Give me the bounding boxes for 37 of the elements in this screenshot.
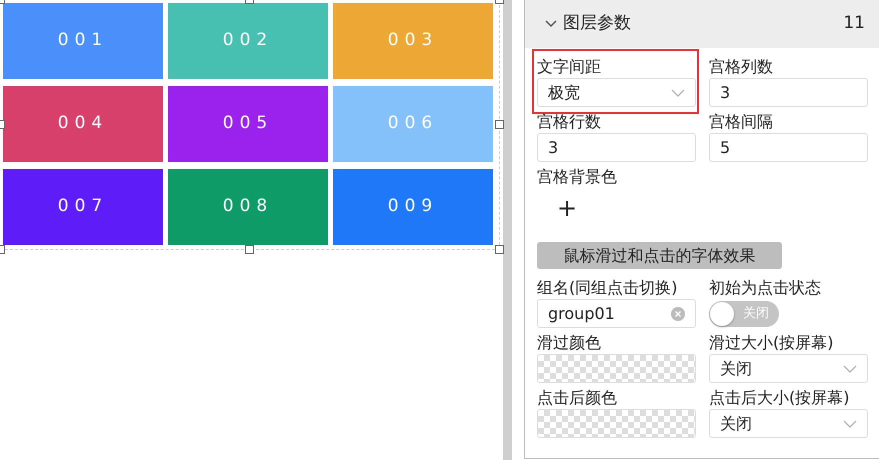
select-field[interactable]: 关闭 bbox=[709, 354, 868, 383]
grid-tile[interactable]: 008 bbox=[168, 169, 328, 245]
field-label: 宫格列数 bbox=[709, 56, 774, 78]
color-picker[interactable] bbox=[537, 409, 696, 438]
grid-tile[interactable]: 005 bbox=[168, 86, 328, 162]
caret-icon bbox=[843, 420, 857, 428]
input-field[interactable]: group01 bbox=[537, 299, 696, 328]
field-label: 宫格行数 bbox=[537, 111, 602, 133]
field-label: 文字间距 bbox=[537, 56, 602, 78]
caret-icon bbox=[671, 88, 685, 96]
layer-count: 11 bbox=[843, 12, 865, 36]
select-field[interactable]: 极宽 bbox=[537, 78, 696, 107]
field-label: 滑过大小(按屏幕) bbox=[709, 332, 834, 354]
field-label: 宫格间隔 bbox=[709, 111, 774, 133]
add-button[interactable]: + bbox=[537, 188, 578, 220]
scrollbar[interactable] bbox=[503, 0, 512, 460]
input-field[interactable]: 5 bbox=[709, 133, 868, 162]
field-label: 点击后颜色 bbox=[537, 387, 618, 409]
field-label: 初始为点击状态 bbox=[709, 277, 822, 299]
input-field[interactable]: 3 bbox=[709, 78, 868, 107]
grid-tile[interactable]: 009 bbox=[333, 169, 493, 245]
resize-handle[interactable] bbox=[245, 245, 254, 254]
color-picker[interactable] bbox=[537, 354, 696, 383]
resize-handle[interactable] bbox=[495, 120, 504, 129]
panel-header[interactable]: 图层参数 11 bbox=[525, 0, 879, 48]
input-field[interactable]: 3 bbox=[537, 133, 696, 162]
field-label: 滑过颜色 bbox=[537, 332, 602, 354]
select-field[interactable]: 关闭 bbox=[709, 409, 868, 438]
field-label: 点击后大小(按屏幕) bbox=[709, 387, 850, 409]
caret-icon bbox=[843, 364, 857, 372]
section-button[interactable]: 鼠标滑过和点击的字体效果 bbox=[537, 242, 782, 269]
panel-title: 图层参数 bbox=[563, 12, 631, 36]
field-label: 组名(同组点击切换) bbox=[537, 277, 678, 299]
grid-tile[interactable]: 004 bbox=[3, 86, 163, 162]
grid-tile[interactable]: 007 bbox=[3, 169, 163, 245]
field-label: 宫格背景色 bbox=[537, 166, 618, 188]
resize-handle[interactable] bbox=[495, 245, 504, 254]
